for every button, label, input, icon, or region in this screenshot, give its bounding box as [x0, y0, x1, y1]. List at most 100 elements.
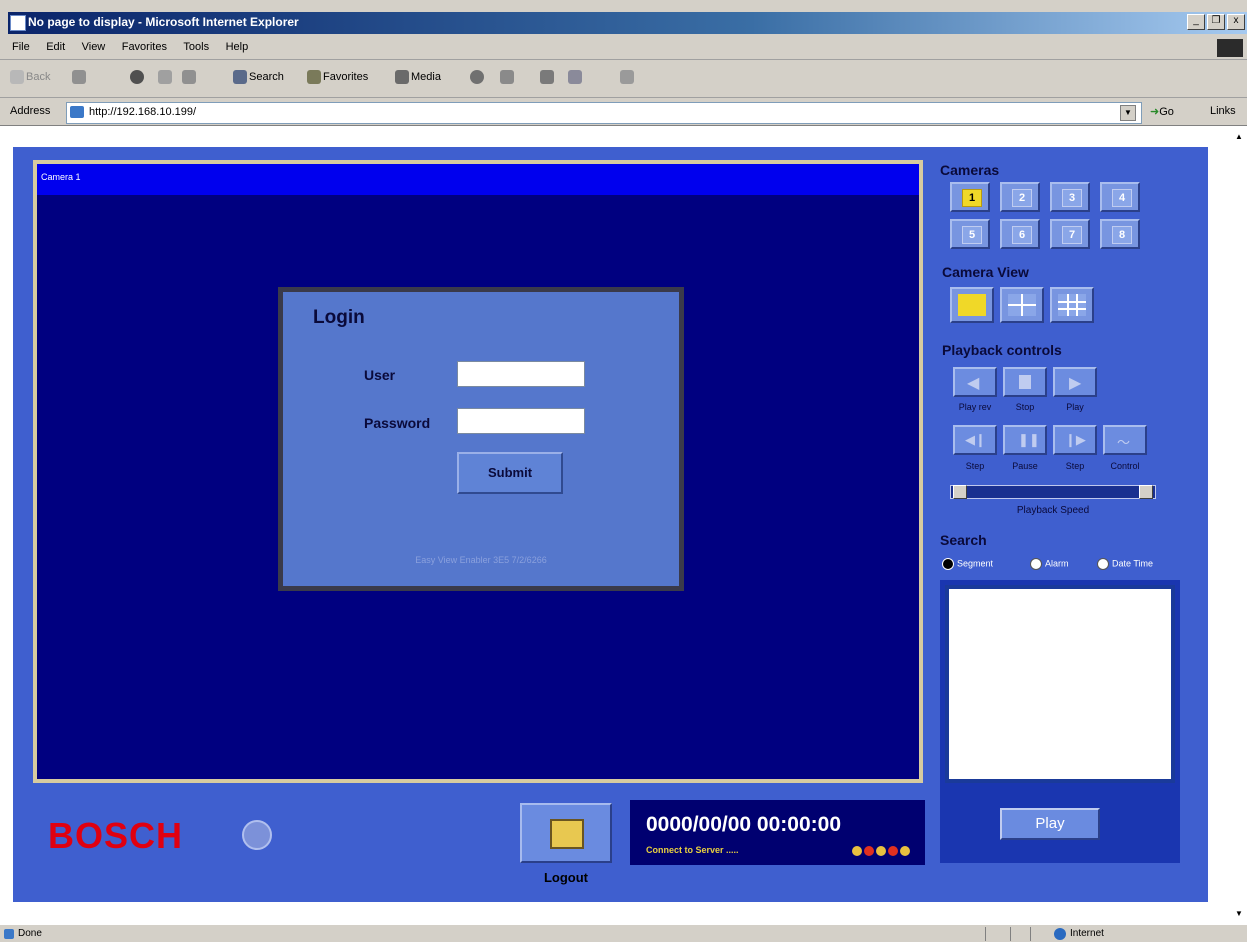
user-input[interactable]: [457, 361, 585, 387]
radio-icon: [1030, 558, 1042, 570]
stop-button[interactable]: [130, 70, 146, 84]
page-icon: [70, 106, 84, 118]
play-reverse-label: Play rev: [958, 402, 992, 412]
password-label: Password: [364, 415, 431, 431]
speed-slider-left-thumb[interactable]: [953, 485, 967, 499]
print-button[interactable]: [540, 70, 556, 84]
stop-playback-button[interactable]: [1003, 367, 1047, 397]
submit-button[interactable]: Submit: [457, 452, 563, 494]
step-back-button[interactable]: ◀❙: [953, 425, 997, 455]
refresh-button[interactable]: [158, 70, 174, 84]
window-titlebar: No page to display - Microsoft Internet …: [0, 0, 1247, 36]
history-icon: [470, 70, 484, 84]
menu-bar: File Edit View Favorites Tools Help: [0, 36, 1247, 60]
control-button[interactable]: ～: [1103, 425, 1147, 455]
user-label: User: [364, 367, 396, 383]
search-datetime-option[interactable]: Date Time: [1097, 558, 1153, 570]
mail-button[interactable]: [500, 70, 516, 84]
favorites-button[interactable]: Favorites: [307, 70, 368, 84]
search-icon: [233, 70, 247, 84]
close-button[interactable]: x: [1227, 14, 1245, 30]
go-button[interactable]: ➜Go: [1150, 105, 1174, 118]
links-button[interactable]: Links: [1210, 105, 1236, 117]
home-button[interactable]: [182, 70, 198, 84]
camera-button-2[interactable]: 2: [1000, 182, 1040, 212]
address-label: Address: [10, 105, 51, 117]
stop-square-icon: [1019, 375, 1031, 389]
camera-header: Camera 1: [37, 164, 919, 195]
playback-title: Playback controls: [942, 342, 1062, 358]
camera-button-6[interactable]: 6: [1000, 219, 1040, 249]
step-forward-label: Step: [1065, 461, 1085, 471]
camera-button-8[interactable]: 8: [1100, 219, 1140, 249]
camera-button-1[interactable]: 1: [950, 182, 990, 212]
favorites-icon: [307, 70, 321, 84]
camera-button-3[interactable]: 3: [1050, 182, 1090, 212]
page-scrollbar[interactable]: ▲ ▼: [1232, 127, 1247, 924]
play-search-button[interactable]: Play: [1000, 808, 1100, 840]
search-segment-option[interactable]: Segment: [942, 558, 993, 570]
menu-edit[interactable]: Edit: [40, 36, 71, 58]
step-forward-icon: ❙▶: [1065, 432, 1086, 447]
pause-label: Pause: [1012, 461, 1038, 471]
bosch-emblem-icon: [242, 820, 272, 850]
address-field[interactable]: http://192.168.10.199/: [66, 102, 1142, 124]
single-view-button[interactable]: [950, 287, 994, 323]
search-alarm-option[interactable]: Alarm: [1030, 558, 1069, 570]
pause-button[interactable]: ❚❚: [1003, 425, 1047, 455]
menu-tools[interactable]: Tools: [177, 36, 215, 58]
standard-toolbar: Back Search Favorites Media: [0, 60, 1247, 98]
windows-logo-icon: [1217, 39, 1243, 57]
logout-door-icon: [550, 819, 584, 849]
speed-slider-right-thumb[interactable]: [1139, 485, 1153, 499]
indicator-dot-icon: [876, 846, 886, 856]
page-done-icon: [4, 929, 14, 939]
search-results-list[interactable]: [945, 585, 1175, 783]
search-button[interactable]: Search: [233, 70, 284, 84]
step-forward-button[interactable]: ❙▶: [1053, 425, 1097, 455]
edit-button[interactable]: [568, 70, 584, 84]
nine-view-icon: [1058, 294, 1086, 316]
playback-speed-slider[interactable]: [950, 485, 1156, 499]
camera-header-label: Camera 1: [41, 172, 81, 182]
refresh-icon: [158, 70, 172, 84]
menu-help[interactable]: Help: [220, 36, 255, 58]
menu-favorites[interactable]: Favorites: [116, 36, 173, 58]
maximize-button[interactable]: ❐: [1207, 14, 1225, 30]
camera-button-5[interactable]: 5: [950, 219, 990, 249]
play-reverse-button[interactable]: ◀: [953, 367, 997, 397]
datetime-display: 0000/00/00 00:00:00: [646, 813, 841, 836]
speed-label: Playback Speed: [1016, 505, 1090, 516]
scroll-up-icon[interactable]: ▲: [1235, 133, 1243, 141]
nine-view-button[interactable]: [1050, 287, 1094, 323]
zone-label: Internet: [1070, 928, 1104, 939]
back-button[interactable]: Back: [10, 70, 50, 84]
single-view-icon: [958, 294, 986, 316]
menu-view[interactable]: View: [76, 36, 112, 58]
play-forward-button[interactable]: ▶: [1053, 367, 1097, 397]
status-divider: [1010, 927, 1011, 941]
menu-file[interactable]: File: [6, 36, 36, 58]
password-input[interactable]: [457, 408, 585, 434]
logout-button[interactable]: [520, 803, 612, 863]
media-button[interactable]: Media: [395, 70, 441, 84]
quad-view-button[interactable]: [1000, 287, 1044, 323]
status-text: Done: [18, 928, 42, 939]
media-icon: [395, 70, 409, 84]
scroll-down-icon[interactable]: ▼: [1235, 910, 1243, 918]
connection-indicators: [852, 843, 920, 856]
camera-button-7[interactable]: 7: [1050, 219, 1090, 249]
status-bar: Done Internet: [0, 924, 1247, 942]
history-button[interactable]: [470, 70, 486, 84]
discuss-icon: [620, 70, 634, 84]
camera-button-4[interactable]: 4: [1100, 182, 1140, 212]
login-footer: Easy View Enabler 3E5 7/2/6266: [415, 555, 547, 565]
play-label: Play: [1066, 402, 1084, 412]
forward-button[interactable]: [72, 70, 88, 84]
home-icon: [182, 70, 196, 84]
internet-zone-icon: [1054, 928, 1066, 940]
address-dropdown-icon[interactable]: ▼: [1120, 105, 1136, 121]
indicator-dot-icon: [864, 846, 874, 856]
minimize-button[interactable]: _: [1187, 14, 1205, 30]
messenger-button[interactable]: [620, 70, 636, 84]
